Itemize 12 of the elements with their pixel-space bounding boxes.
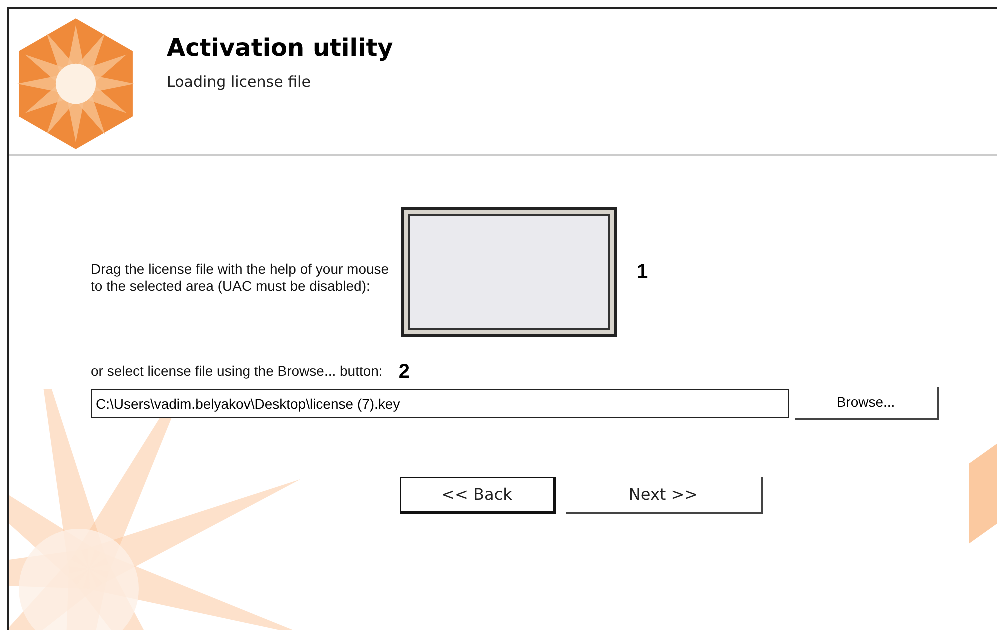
file-path-field[interactable]: C:\Users\vadim.belyakov\Desktop\license (7).key (91, 389, 789, 418)
drop-area[interactable] (401, 207, 617, 337)
browse-button[interactable]: Browse... (795, 387, 939, 420)
browse-instruction: or select license file using the Browse... button: (91, 362, 383, 381)
window-subtitle: Loading license file (167, 72, 312, 93)
hexagon-star-logo-icon (17, 17, 135, 151)
drag-instruction: Drag the license file with the help of your mouse to the selected area (UAC must be disabled): (91, 261, 390, 295)
nav-button[interactable]: << Back (400, 477, 556, 514)
window-title: Activation utility (167, 33, 394, 63)
callout-number: 2 (398, 362, 410, 382)
callout-number: 1 (637, 260, 648, 285)
nav-button[interactable]: Next >> (566, 477, 763, 514)
